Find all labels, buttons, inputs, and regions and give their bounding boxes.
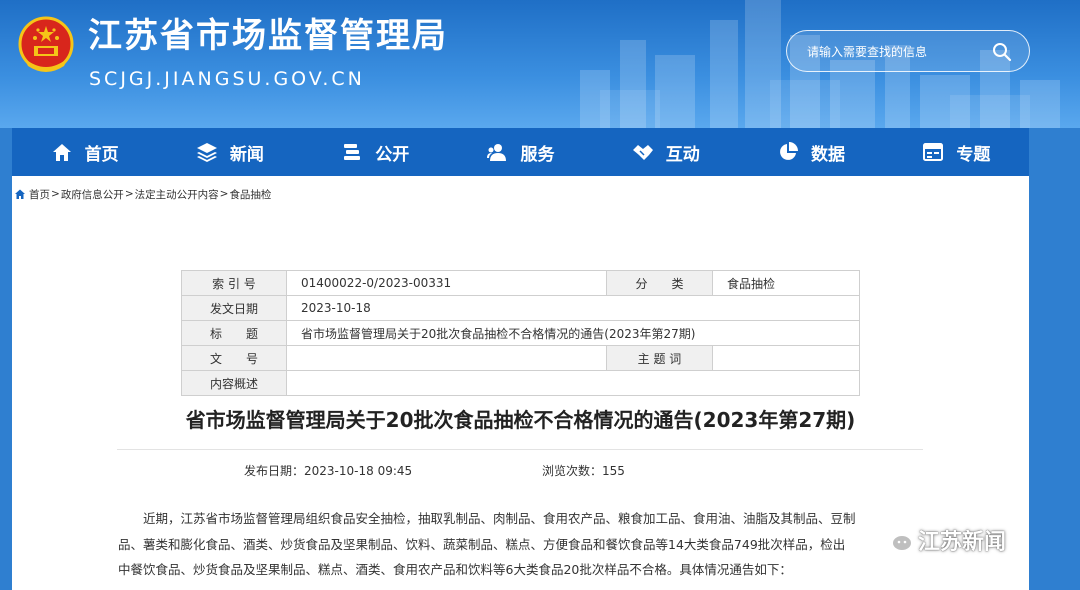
breadcrumb-separator: > bbox=[219, 188, 229, 200]
table-row: 内容概述 bbox=[181, 370, 860, 396]
title-value: 省市场监督管理局关于20批次食品抽检不合格情况的通告(2023年第27期) bbox=[286, 320, 860, 346]
search-box[interactable] bbox=[786, 30, 1030, 72]
table-row: 索 引 号 01400022-0/2023-00331 分 类 食品抽检 bbox=[181, 270, 860, 296]
main-content: 首页 > 政府信息公开 > 法定主动公开内容 > 食品抽检 索 引 号 0140… bbox=[12, 176, 1029, 590]
home-icon bbox=[52, 144, 71, 161]
category-value: 食品抽检 bbox=[712, 270, 860, 296]
nav-item-data[interactable]: 数据 bbox=[738, 128, 883, 176]
site-header: 江苏省市场监督管理局 SCJGJ.JIANGSU.GOV.CN bbox=[0, 0, 1080, 128]
nav-item-label: 专题 bbox=[956, 144, 991, 165]
title-label: 标 题 bbox=[181, 320, 287, 346]
docno-value bbox=[286, 345, 607, 371]
summary-label: 内容概述 bbox=[181, 370, 287, 396]
keywords-value bbox=[712, 345, 860, 371]
article-body: 近期，江苏省市场监督管理局组织食品安全抽检，抽取乳制品、肉制品、食用农产品、粮食… bbox=[118, 506, 924, 583]
breadcrumb-separator: > bbox=[51, 188, 60, 200]
layers-icon bbox=[196, 143, 217, 162]
nav-item-topics[interactable]: 专题 bbox=[884, 128, 1029, 176]
nav-item-service[interactable]: 服务 bbox=[448, 128, 593, 176]
table-row: 文 号 主 题 词 bbox=[181, 345, 860, 371]
nav-item-home[interactable]: 首页 bbox=[12, 128, 157, 176]
divider bbox=[117, 449, 923, 450]
body-line: 品、薯类和膨化食品、酒类、炒货食品及坚果制品、饮料、蔬菜制品、糕点、方便食品和餐… bbox=[118, 536, 846, 552]
nav-item-public[interactable]: 公开 bbox=[303, 128, 448, 176]
date-label: 发文日期 bbox=[181, 295, 287, 321]
publish-date-label: 发布日期： bbox=[244, 464, 305, 478]
breadcrumb-gov-info[interactable]: 政府信息公开 bbox=[61, 187, 124, 202]
body-line: 近期，江苏省市场监督管理局组织食品安全抽检，抽取乳制品、肉制品、食用农产品、粮食… bbox=[143, 511, 856, 526]
national-emblem-icon bbox=[18, 16, 74, 72]
wechat-icon bbox=[881, 527, 913, 552]
breadcrumb-statutory[interactable]: 法定主动公开内容 bbox=[135, 187, 219, 202]
nav-item-label: 公开 bbox=[375, 144, 410, 165]
view-count-value: 155 bbox=[602, 464, 625, 478]
main-nav: 首页 新闻 公开 服务 互动 数据 专题 bbox=[12, 128, 1029, 176]
watermark-text: 江苏新闻 bbox=[918, 530, 1007, 555]
nav-item-label: 服务 bbox=[520, 144, 555, 165]
view-count: 浏览次数：155 bbox=[542, 462, 625, 479]
breadcrumb: 首页 > 政府信息公开 > 法定主动公开内容 > 食品抽检 bbox=[14, 186, 271, 202]
nav-item-label: 新闻 bbox=[229, 144, 264, 165]
handshake-icon bbox=[632, 145, 653, 160]
breadcrumb-food-inspection[interactable]: 食品抽检 bbox=[229, 187, 271, 202]
nav-item-label: 首页 bbox=[84, 144, 119, 165]
body-line: 中餐饮食品、炒货食品及坚果制品、糕点、酒类、食用农产品和饮料等6大类食品20批次… bbox=[118, 562, 792, 577]
calendar-icon bbox=[923, 143, 944, 161]
users-icon bbox=[487, 144, 507, 161]
category-label: 分 类 bbox=[606, 270, 713, 296]
index-value: 01400022-0/2023-00331 bbox=[286, 270, 607, 296]
nav-item-news[interactable]: 新闻 bbox=[157, 128, 302, 176]
watermark: 江苏新闻 bbox=[880, 522, 1006, 558]
view-count-label: 浏览次数： bbox=[542, 464, 603, 478]
table-row: 发文日期 2023-10-18 bbox=[181, 295, 860, 321]
keywords-label: 主 题 词 bbox=[606, 345, 713, 371]
article-title: 省市场监督管理局关于20批次食品抽检不合格情况的通告(2023年第27期) bbox=[185, 408, 856, 432]
table-row: 标 题 省市场监督管理局关于20批次食品抽检不合格情况的通告(2023年第27期… bbox=[181, 320, 860, 346]
nav-item-label: 数据 bbox=[811, 144, 846, 165]
home-icon bbox=[15, 189, 25, 199]
search-icon[interactable] bbox=[991, 41, 1013, 63]
publish-date: 发布日期：2023-10-18 09:45 bbox=[244, 462, 412, 479]
site-domain: SCJGJ.JIANGSU.GOV.CN bbox=[89, 68, 365, 90]
nav-item-label: 互动 bbox=[665, 144, 700, 165]
breadcrumb-home[interactable]: 首页 bbox=[29, 187, 50, 202]
nav-item-interaction[interactable]: 互动 bbox=[593, 128, 738, 176]
pie-chart-icon bbox=[780, 142, 799, 160]
summary-value bbox=[286, 370, 860, 396]
docno-label: 文 号 bbox=[181, 345, 287, 371]
search-input[interactable] bbox=[807, 41, 987, 63]
publish-date-value: 2023-10-18 09:45 bbox=[304, 464, 413, 478]
index-label: 索 引 号 bbox=[181, 270, 287, 296]
breadcrumb-separator: > bbox=[124, 188, 134, 200]
stack-icon bbox=[344, 144, 361, 160]
document-meta-table: 索 引 号 01400022-0/2023-00331 分 类 食品抽检 发文日… bbox=[181, 270, 860, 396]
site-title[interactable]: 江苏省市场监督管理局 bbox=[88, 14, 448, 58]
date-value: 2023-10-18 bbox=[286, 295, 860, 321]
